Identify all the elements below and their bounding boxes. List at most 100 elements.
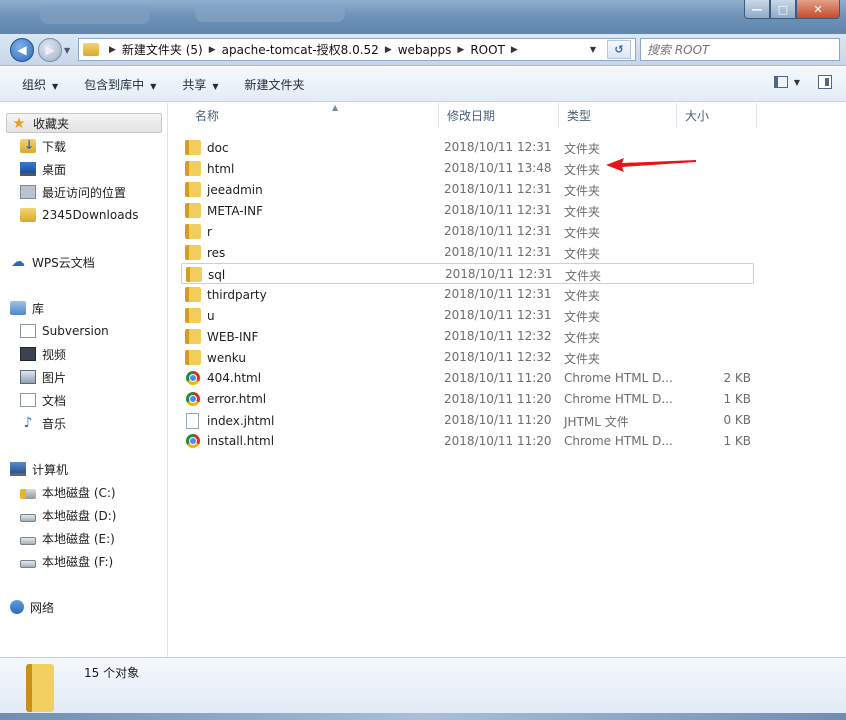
organize-menu[interactable]: 组织 ▼ [22,76,58,93]
file-name-cell: META-INF [185,203,263,218]
column-header-type[interactable]: 类型 [559,103,677,128]
file-name: sql [208,267,226,282]
file-size: 2 KB [723,371,751,385]
back-button[interactable]: ◀ [10,38,34,62]
chevron-right-icon[interactable]: ▶ [457,45,464,55]
history-dropdown-icon[interactable]: ▼ [64,46,70,55]
column-header-date[interactable]: 修改日期 [439,103,559,128]
file-row[interactable]: META-INF 2018/10/11 12:31 文件夹 [181,200,754,221]
folder-icon [185,182,201,197]
nav-libraries[interactable]: 库 [10,298,44,318]
recent-places-icon [20,185,36,199]
chrome-icon [186,392,200,406]
address-dropdown-icon[interactable]: ▼ [585,39,601,60]
nav-label: 2345Downloads [42,208,139,222]
folder-icon [26,664,54,712]
library-icon [10,301,26,315]
file-row[interactable]: r 2018/10/11 12:31 文件夹 [181,221,754,242]
forward-arrow-icon: ▶ [45,43,55,57]
file-row[interactable]: thirdparty 2018/10/11 12:31 文件夹 [181,284,754,305]
nav-2345downloads[interactable]: 2345Downloads [20,205,138,225]
nav-music[interactable]: ♪ 音乐 [20,413,66,433]
nav-desktop[interactable]: 桌面 [20,159,66,179]
organize-label: 组织 [22,77,47,92]
sort-up-icon: ▲ [332,103,339,112]
nav-label: 下载 [42,139,67,154]
address-bar[interactable]: ▶ 新建文件夹 (5) ▶ apache-tomcat-授权8.0.52 ▶ w… [78,38,636,61]
file-name-cell: index.jhtml [185,413,274,429]
nav-computer[interactable]: 计算机 [10,459,68,479]
drive-icon [20,536,36,545]
file-row[interactable]: res 2018/10/11 12:31 文件夹 [181,242,754,263]
file-row[interactable]: index.jhtml 2018/10/11 11:20 JHTML 文件 0 KB [181,410,754,431]
file-name: wenku [207,350,246,365]
file-row[interactable]: u 2018/10/11 12:31 文件夹 [181,305,754,326]
chevron-down-icon[interactable]: ▼ [794,78,800,87]
column-header-name[interactable]: 名称 ▲ [187,103,439,128]
file-type: 文件夹 [564,289,601,303]
nav-label: Subversion [42,324,109,338]
search-input[interactable] [641,42,801,57]
blurred-title-2 [195,4,345,22]
chevron-right-icon[interactable]: ▶ [109,45,116,55]
file-row[interactable]: jeeadmin 2018/10/11 12:31 文件夹 [181,179,754,200]
minimize-icon: — [751,2,763,16]
share-menu[interactable]: 共享 ▼ [182,76,218,93]
nav-label: 桌面 [42,162,67,177]
file-row[interactable]: error.html 2018/10/11 11:20 Chrome HTML D.… [181,389,754,410]
nav-label: 文档 [42,393,67,408]
chevron-right-icon[interactable]: ▶ [209,45,216,55]
nav-downloads[interactable]: 下载 [20,136,66,156]
nav-drive-f[interactable]: 本地磁盘 (F:) [20,551,113,571]
minimize-button[interactable]: — [744,0,770,19]
file-date: 2018/10/11 12:31 [444,287,552,301]
nav-wps-cloud[interactable]: ☁ WPS云文档 [10,252,95,272]
new-folder-button[interactable]: 新建文件夹 [245,76,305,93]
chevron-right-icon[interactable]: ▶ [385,45,392,55]
file-name-cell: thirdparty [185,287,267,302]
nav-subversion[interactable]: Subversion [20,321,109,341]
nav-videos[interactable]: 视频 [20,344,66,364]
nav-drive-e[interactable]: 本地磁盘 (E:) [20,528,115,548]
nav-drive-c[interactable]: 本地磁盘 (C:) [20,482,116,502]
breadcrumb-item[interactable]: apache-tomcat-授权8.0.52 [222,41,379,58]
nav-documents[interactable]: 文档 [20,390,66,410]
file-name: r [207,224,212,239]
file-row[interactable]: wenku 2018/10/11 12:32 文件夹 [181,347,754,368]
breadcrumb-item[interactable]: webapps [398,43,452,57]
preview-pane-icon[interactable] [818,75,832,89]
file-date: 2018/10/11 12:31 [444,224,552,238]
nav-label: 收藏夹 [33,116,70,131]
cloud-icon: ☁ [11,254,25,270]
column-header-size[interactable]: 大小 [677,103,757,128]
close-button[interactable]: ✕ [796,0,840,19]
chevron-right-icon[interactable]: ▶ [511,45,518,55]
nav-recent[interactable]: 最近访问的位置 [20,182,126,202]
refresh-button[interactable]: ↺ [607,40,631,59]
breadcrumb-item[interactable]: ROOT [470,43,505,57]
forward-button[interactable]: ▶ [38,38,62,62]
file-row[interactable]: install.html 2018/10/11 11:20 Chrome HTML … [181,431,754,452]
file-type: 文件夹 [565,269,602,283]
window-controls: — □ ✕ [744,0,840,22]
address-row: ◀ ▶ ▼ ▶ 新建文件夹 (5) ▶ apache-tomcat-授权8.0.… [0,34,846,66]
include-library-menu[interactable]: 包含到库中 ▼ [84,76,156,93]
column-label: 类型 [567,109,592,123]
file-row[interactable]: sql 2018/10/11 12:31 文件夹 [181,263,754,284]
nav-drive-d[interactable]: 本地磁盘 (D:) [20,505,116,525]
file-row[interactable]: 404.html 2018/10/11 11:20 Chrome HTML D...… [181,368,754,389]
file-name-cell: WEB-INF [185,329,258,344]
nav-network[interactable]: 网络 [10,597,54,617]
navigation-pane: ★ 收藏夹 下载 桌面 最近访问的位置 2345Downloads ☁ WPS云文档… [0,103,168,657]
file-date: 2018/10/11 11:20 [444,371,552,385]
view-controls: ▼ [773,75,832,89]
file-row[interactable]: WEB-INF 2018/10/11 12:32 文件夹 [181,326,754,347]
nav-pictures[interactable]: 图片 [20,367,66,387]
file-date: 2018/10/11 12:32 [444,329,552,343]
file-name: doc [207,140,229,155]
view-options-icon[interactable] [773,76,788,88]
nav-favorites[interactable]: ★ 收藏夹 [6,113,162,133]
file-name-cell: sql [186,267,225,282]
maximize-button[interactable]: □ [770,0,796,19]
breadcrumb-item[interactable]: 新建文件夹 (5) [122,41,203,58]
